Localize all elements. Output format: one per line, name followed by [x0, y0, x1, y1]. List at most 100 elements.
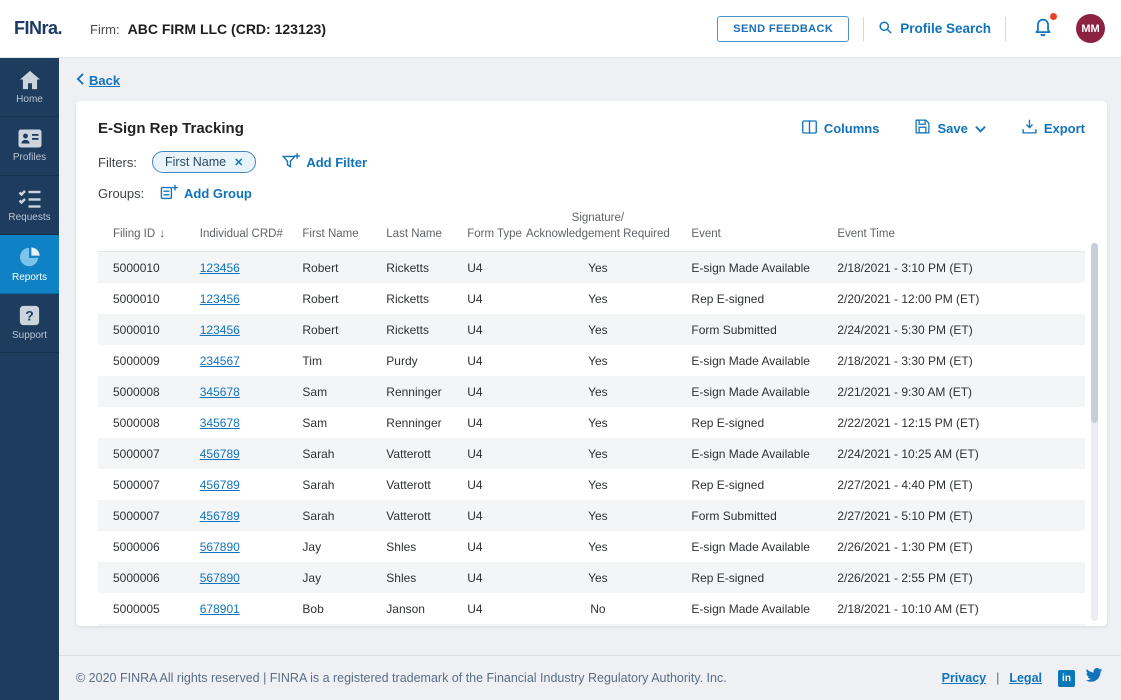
table-row: 5000009234567TimPurdyU4YesE-sign Made Av… — [98, 345, 1085, 376]
firm-info: Firm: ABC FIRM LLC (CRD: 123123) — [90, 21, 326, 37]
crd-link[interactable]: 123456 — [200, 292, 240, 306]
column-header-event[interactable]: Event — [671, 227, 829, 243]
add-group-label: Add Group — [184, 186, 252, 201]
column-header-form-type[interactable]: Form Type — [459, 227, 524, 243]
table-cell: 5000006 — [98, 540, 192, 554]
save-button[interactable]: Save — [915, 119, 985, 137]
table-cell: U4 — [459, 509, 524, 523]
table-cell: Yes — [524, 416, 671, 430]
filters-label: Filters: — [98, 155, 152, 170]
back-label: Back — [89, 73, 120, 88]
main-content: Back E-Sign Rep Tracking Columns — [59, 58, 1121, 700]
table-cell: Renninger — [378, 416, 459, 430]
table-row: 5000007456789SarahVatterottU4YesE-sign M… — [98, 438, 1085, 469]
table-cell: Yes — [524, 323, 671, 337]
profiles-icon — [18, 129, 42, 148]
table-cell: 5000008 — [98, 416, 192, 430]
crd-link[interactable]: 567890 — [200, 540, 240, 554]
crd-link[interactable]: 345678 — [200, 416, 240, 430]
table-scrollbar-track[interactable] — [1091, 243, 1098, 621]
crd-link[interactable]: 123456 — [200, 323, 240, 337]
profile-search-label: Profile Search — [900, 21, 991, 36]
top-bar: FINra. Firm: ABC FIRM LLC (CRD: 123123) … — [0, 0, 1121, 58]
avatar[interactable]: MM — [1076, 14, 1105, 43]
add-group-icon — [160, 184, 178, 203]
table-row: 5000008345678SamRenningerU4YesRep E-sign… — [98, 407, 1085, 438]
export-button[interactable]: Export — [1022, 119, 1085, 137]
table-cell: Sam — [294, 385, 378, 399]
crd-link[interactable]: 456789 — [200, 478, 240, 492]
table-cell: U4 — [459, 571, 524, 585]
cell-individual-crd: 456789 — [192, 509, 295, 523]
sidebar-item-home[interactable]: Home — [0, 58, 59, 117]
save-icon — [915, 119, 930, 137]
table-cell: Yes — [524, 354, 671, 368]
search-icon — [878, 20, 893, 38]
sidebar-item-reports[interactable]: Reports — [0, 235, 59, 294]
sidebar-item-support[interactable]: ? Support — [0, 294, 59, 353]
table-cell: 5000007 — [98, 478, 192, 492]
crd-link[interactable]: 567890 — [200, 571, 240, 585]
table-cell: U4 — [459, 261, 524, 275]
sidebar-item-label: Profiles — [13, 152, 46, 163]
linkedin-icon[interactable]: in — [1058, 670, 1075, 687]
sort-desc-icon: ↓ — [159, 226, 165, 240]
profile-search-button[interactable]: Profile Search — [878, 20, 991, 38]
save-label: Save — [937, 121, 967, 136]
cell-individual-crd: 123456 — [192, 292, 295, 306]
table-cell: 5000009 — [98, 354, 192, 368]
table-cell: Sam — [294, 416, 378, 430]
remove-filter-icon[interactable]: ✕ — [234, 156, 243, 169]
table-cell: No — [524, 602, 671, 616]
sidebar-item-requests[interactable]: Requests — [0, 176, 59, 235]
table-cell: E-sign Made Available — [671, 540, 829, 554]
column-header-last-name[interactable]: Last Name — [378, 227, 459, 243]
add-filter-button[interactable]: Add Filter — [282, 152, 367, 172]
columns-icon — [802, 120, 817, 137]
crd-link[interactable]: 456789 — [200, 509, 240, 523]
privacy-link[interactable]: Privacy — [942, 671, 986, 685]
report-card: E-Sign Rep Tracking Columns — [76, 101, 1107, 626]
table-cell: 5000005 — [98, 602, 192, 616]
table-cell: Form Submitted — [671, 323, 829, 337]
legal-link[interactable]: Legal — [1009, 671, 1042, 685]
chevron-left-icon — [76, 73, 85, 88]
crd-link[interactable]: 345678 — [200, 385, 240, 399]
column-header-individual-crd[interactable]: Individual CRD# — [192, 227, 295, 243]
column-header-first-name[interactable]: First Name — [294, 227, 378, 243]
column-header-signature-required[interactable]: Signature/ Acknowledgement Required — [524, 211, 671, 242]
crd-link[interactable]: 456789 — [200, 447, 240, 461]
cell-individual-crd: 567890 — [192, 540, 295, 554]
add-group-button[interactable]: Add Group — [160, 184, 252, 203]
crd-link[interactable]: 678901 — [200, 602, 240, 616]
column-header-event-time[interactable]: Event Time — [829, 227, 1085, 243]
cell-individual-crd: 345678 — [192, 385, 295, 399]
table-cell: Yes — [524, 292, 671, 306]
table-cell: U4 — [459, 385, 524, 399]
table-cell: 2/24/2021 - 10:25 AM (ET) — [829, 447, 1085, 461]
groups-row: Groups: Add Group — [98, 184, 1085, 203]
columns-button[interactable]: Columns — [802, 120, 880, 137]
crd-link[interactable]: 234567 — [200, 354, 240, 368]
table-cell: E-sign Made Available — [671, 385, 829, 399]
notifications-button[interactable] — [1032, 15, 1054, 42]
table-cell: 2/20/2021 - 12:00 PM (ET) — [829, 292, 1085, 306]
table-cell: Janson — [378, 602, 459, 616]
partial-row — [98, 624, 1085, 626]
crd-link[interactable]: 123456 — [200, 261, 240, 275]
table-row: 5000010123456RobertRickettsU4YesE-sign M… — [98, 252, 1085, 283]
filter-chip-first-name[interactable]: First Name ✕ — [152, 151, 256, 173]
send-feedback-button[interactable]: SEND FEEDBACK — [717, 16, 849, 42]
table-cell: Yes — [524, 447, 671, 461]
sidebar-item-profiles[interactable]: Profiles — [0, 117, 59, 176]
column-header-filing-id[interactable]: Filing ID↓ — [98, 225, 192, 243]
firm-name: ABC FIRM LLC (CRD: 123123) — [128, 21, 326, 37]
table-cell: Vatterott — [378, 447, 459, 461]
back-link[interactable]: Back — [76, 73, 120, 88]
table-cell: E-sign Made Available — [671, 261, 829, 275]
table-cell: 2/27/2021 - 4:40 PM (ET) — [829, 478, 1085, 492]
firm-label: Firm: — [90, 22, 120, 37]
table-scrollbar-thumb[interactable] — [1091, 243, 1098, 423]
twitter-icon[interactable] — [1085, 668, 1103, 688]
table-row: 5000007456789SarahVatterottU4YesForm Sub… — [98, 500, 1085, 531]
